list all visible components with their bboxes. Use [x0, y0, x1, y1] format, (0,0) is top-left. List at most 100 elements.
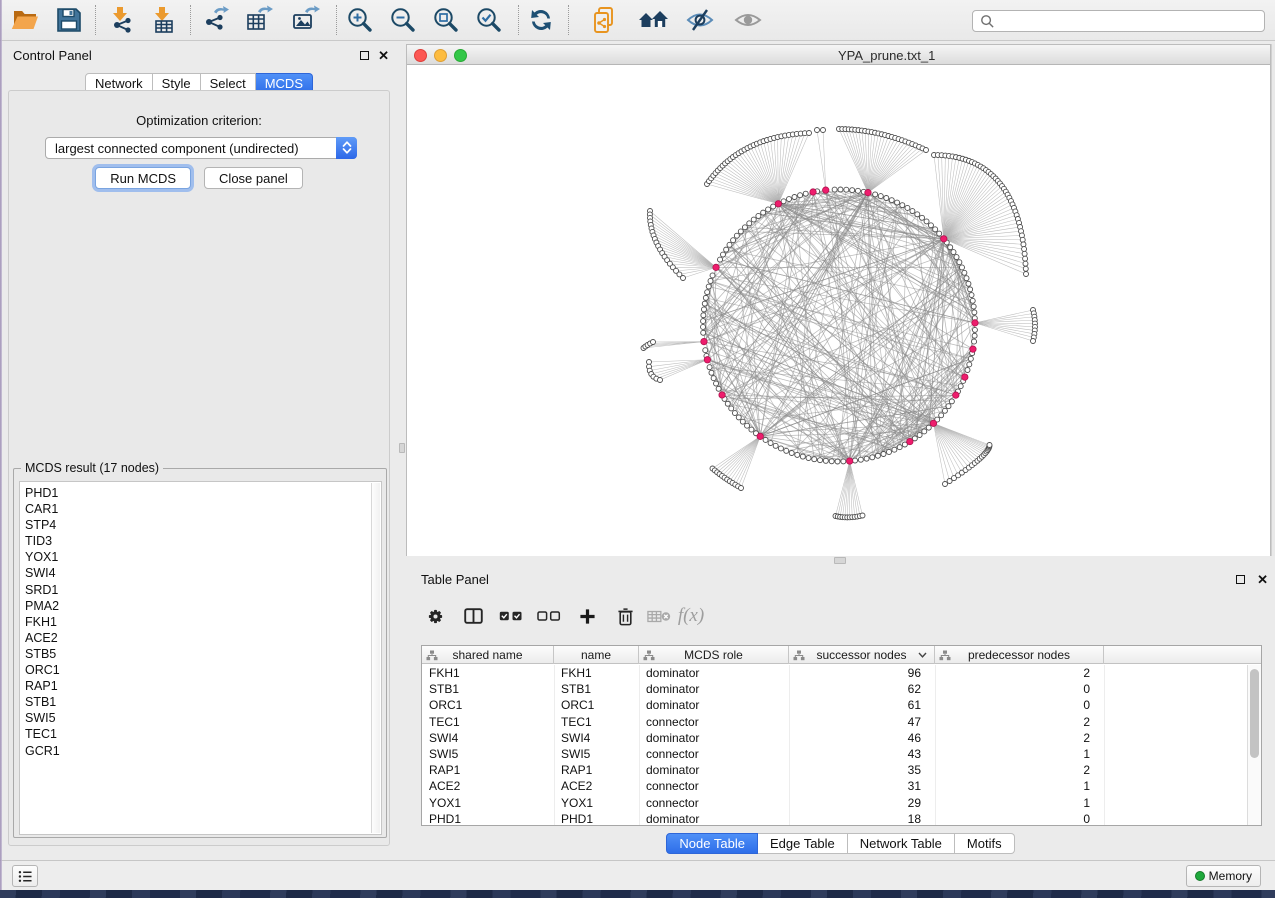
mcds-result-item[interactable]: ACE2 — [25, 630, 381, 646]
table-row[interactable]: PHD1PHD1dominator180 — [422, 811, 1247, 825]
table-scrollbar-thumb[interactable] — [1250, 669, 1259, 758]
column-header-empty[interactable] — [1104, 646, 1261, 664]
mcds-result-list[interactable]: PHD1CAR1STP4TID3YOX1SWI4SRD1PMA2FKH1ACE2… — [19, 481, 382, 835]
mcds-list-scrollbar[interactable] — [371, 483, 380, 833]
select-all-columns-button[interactable] — [492, 596, 530, 636]
column-header-name[interactable]: name — [554, 646, 639, 664]
horizontal-splitter[interactable] — [406, 556, 1275, 566]
mcds-result-item[interactable]: STB5 — [25, 646, 381, 662]
toolbar-separator — [518, 5, 519, 35]
show-glyphs-button[interactable] — [731, 3, 765, 37]
run-mcds-button[interactable]: Run MCDS — [95, 167, 191, 189]
delete-table-button[interactable] — [644, 596, 674, 636]
checked-boxes-icon — [499, 611, 523, 621]
table-row[interactable]: SWI4SWI4dominator462 — [422, 730, 1247, 746]
table-row[interactable]: ACE2ACE2connector311 — [422, 778, 1247, 794]
vertical-splitter[interactable] — [398, 42, 406, 860]
zoom-out-button[interactable] — [386, 3, 420, 37]
maximize-window-icon[interactable] — [454, 49, 467, 62]
network-window-titlebar[interactable]: YPA_prune.txt_1 — [407, 45, 1270, 65]
refresh-button[interactable] — [524, 3, 558, 37]
show-panels-button[interactable] — [12, 865, 38, 887]
mcds-result-item[interactable]: STP4 — [25, 517, 381, 533]
table-tabs: Node TableEdge TableNetwork TableMotifs — [406, 833, 1275, 854]
cell-shared: YOX1 — [422, 795, 554, 811]
cell-pred: 1 — [935, 778, 1104, 794]
import-table-button[interactable] — [147, 3, 181, 37]
table-panel-titlebar: Table Panel ✕ — [406, 566, 1275, 592]
table-tab-network-table[interactable]: Network Table — [848, 833, 955, 854]
table-row[interactable]: FKH1FKH1dominator962 — [422, 665, 1247, 681]
mcds-result-item[interactable]: FKH1 — [25, 614, 381, 630]
table-scrollbar[interactable] — [1247, 665, 1261, 825]
zoom-in-button[interactable] — [343, 3, 377, 37]
show-columns-button[interactable] — [454, 596, 492, 636]
columns-icon — [464, 608, 483, 624]
mcds-result-item[interactable]: GCR1 — [25, 743, 381, 759]
mcds-result-item[interactable]: SRD1 — [25, 582, 381, 598]
cell-succ: 47 — [789, 714, 935, 730]
float-table-panel-icon[interactable] — [1236, 575, 1245, 584]
close-panel-icon[interactable]: ✕ — [378, 51, 389, 60]
optimization-dropdown[interactable]: largest connected component (undirected) — [45, 137, 357, 159]
delete-column-button[interactable] — [606, 596, 644, 636]
table-settings-button[interactable] — [416, 596, 454, 636]
hide-glyphs-button[interactable] — [683, 3, 717, 37]
float-panel-icon[interactable] — [360, 51, 369, 60]
column-header-MCDS-role[interactable]: MCDS role — [639, 646, 789, 664]
column-header-successor-nodes[interactable]: successor nodes — [789, 646, 935, 664]
column-header-shared-name[interactable]: shared name — [422, 646, 554, 664]
mcds-result-item[interactable]: STB1 — [25, 694, 381, 710]
mcds-result-item[interactable]: TEC1 — [25, 726, 381, 742]
cell-pred: 0 — [935, 811, 1104, 825]
search-box[interactable] — [972, 10, 1265, 32]
table-row[interactable]: TEC1TEC1connector472 — [422, 714, 1247, 730]
table-tab-node-table[interactable]: Node Table — [666, 833, 758, 854]
export-network-button[interactable] — [200, 3, 234, 37]
close-panel-button[interactable]: Close panel — [204, 167, 303, 189]
mcds-result-item[interactable]: YOX1 — [25, 549, 381, 565]
table-row[interactable]: STB1STB1dominator620 — [422, 681, 1247, 697]
memory-button[interactable]: Memory — [1186, 865, 1261, 887]
cell-succ: 43 — [789, 746, 935, 762]
cell-succ: 31 — [789, 778, 935, 794]
mcds-result-item[interactable]: CAR1 — [25, 501, 381, 517]
close-table-panel-icon[interactable]: ✕ — [1257, 575, 1268, 584]
toolbar-separator — [336, 5, 337, 35]
mcds-result-item[interactable]: TID3 — [25, 533, 381, 549]
table-tab-edge-table[interactable]: Edge Table — [758, 833, 848, 854]
open-file-button[interactable] — [8, 3, 42, 37]
mcds-result-item[interactable]: PMA2 — [25, 598, 381, 614]
function-builder-button[interactable]: f(x) — [674, 596, 708, 636]
mcds-result-item[interactable]: PHD1 — [25, 485, 381, 501]
mcds-result-item[interactable]: SWI4 — [25, 565, 381, 581]
column-type-icon — [643, 650, 655, 661]
table-row[interactable]: RAP1RAP1dominator352 — [422, 762, 1247, 778]
mcds-result-item[interactable]: SWI5 — [25, 710, 381, 726]
minimize-window-icon[interactable] — [434, 49, 447, 62]
table-row[interactable]: YOX1YOX1connector291 — [422, 795, 1247, 811]
vertical-splitter-grip[interactable] — [399, 443, 405, 453]
export-table-button[interactable] — [242, 3, 276, 37]
table-row[interactable]: ORC1ORC1dominator610 — [422, 697, 1247, 713]
zoom-selected-button[interactable] — [472, 3, 506, 37]
mcds-result-item[interactable]: RAP1 — [25, 678, 381, 694]
unselect-all-columns-button[interactable] — [530, 596, 568, 636]
share-document-button[interactable] — [588, 3, 622, 37]
network-canvas[interactable] — [407, 65, 1270, 556]
table-tab-motifs[interactable]: Motifs — [955, 833, 1015, 854]
close-window-icon[interactable] — [414, 49, 427, 62]
create-column-button[interactable] — [568, 596, 606, 636]
table-row[interactable]: SWI5SWI5connector431 — [422, 746, 1247, 762]
chevron-down-icon[interactable] — [918, 652, 927, 658]
search-input[interactable] — [995, 12, 1264, 30]
cell-succ: 61 — [789, 697, 935, 713]
column-header-predecessor-nodes[interactable]: predecessor nodes — [935, 646, 1104, 664]
home-button[interactable] — [636, 3, 670, 37]
zoom-fit-button[interactable] — [429, 3, 463, 37]
save-session-button[interactable] — [52, 3, 86, 37]
horizontal-splitter-grip[interactable] — [834, 557, 846, 564]
export-image-button[interactable] — [288, 3, 322, 37]
import-network-button[interactable] — [105, 3, 139, 37]
mcds-result-item[interactable]: ORC1 — [25, 662, 381, 678]
